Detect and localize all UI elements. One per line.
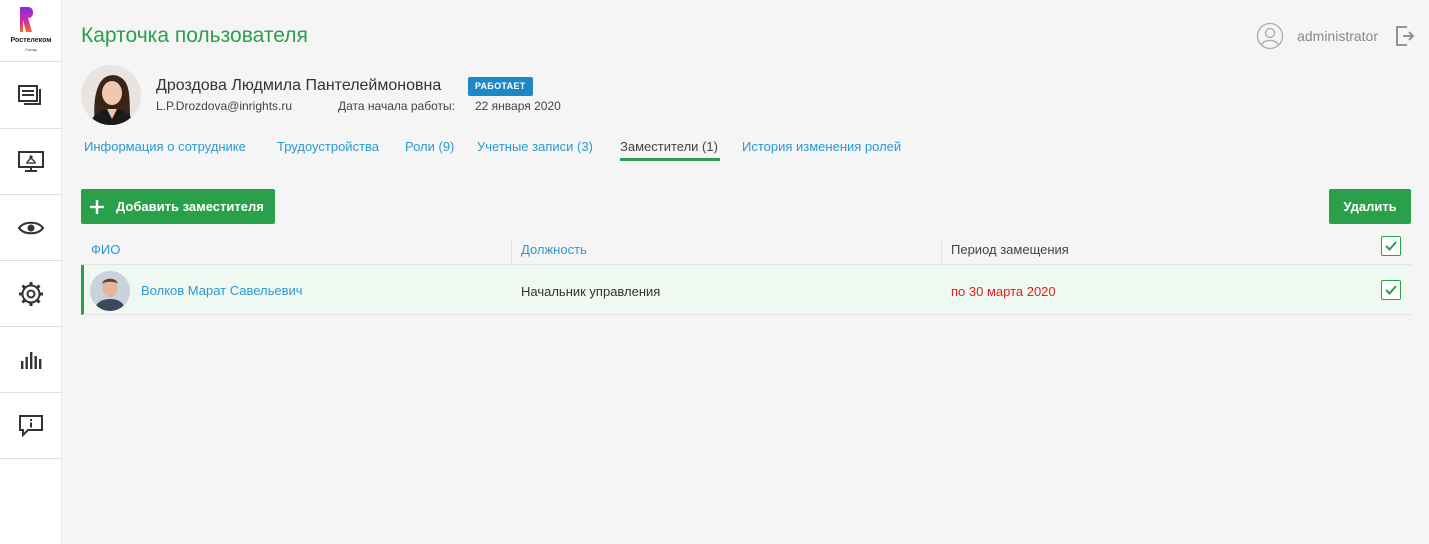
bar-chart-icon xyxy=(21,351,42,369)
deputy-period: по 30 марта 2020 xyxy=(951,284,1056,299)
row-avatar xyxy=(90,271,130,311)
rostelecom-logo-icon xyxy=(20,7,33,32)
active-tab-indicator xyxy=(620,158,720,161)
sidebar-item-settings[interactable] xyxy=(0,261,62,327)
column-divider xyxy=(941,239,942,263)
documents-icon xyxy=(18,84,41,105)
user-menu: administrator xyxy=(1256,22,1415,50)
sidebar-item-view[interactable] xyxy=(0,195,62,261)
monitor-network-icon xyxy=(18,150,44,172)
info-message-icon xyxy=(19,414,43,437)
plus-icon xyxy=(90,199,104,214)
tab-role-history[interactable]: История изменения ролей xyxy=(742,139,901,163)
start-date-value: 22 января 2020 xyxy=(475,99,561,113)
select-all-checkbox[interactable] xyxy=(1381,236,1401,256)
sidebar: Ростелеком Солар xyxy=(0,0,62,544)
tab-employee-info[interactable]: Информация о сотруднике xyxy=(84,139,246,163)
column-divider xyxy=(511,239,512,263)
delete-button[interactable]: Удалить xyxy=(1329,189,1411,224)
column-header-position[interactable]: Должность xyxy=(521,242,587,257)
row-checkbox[interactable] xyxy=(1381,280,1401,300)
logout-icon[interactable] xyxy=(1395,25,1415,47)
check-icon xyxy=(1385,241,1397,251)
sidebar-item-reports[interactable] xyxy=(0,327,62,393)
profile-photo xyxy=(81,65,141,125)
status-badge: РАБОТАЕТ xyxy=(468,77,533,96)
logo[interactable]: Ростелеком Солар xyxy=(0,0,62,62)
sidebar-item-documents[interactable] xyxy=(0,63,62,129)
add-deputy-label: Добавить заместителя xyxy=(116,199,264,214)
gear-icon xyxy=(19,281,43,306)
tab-accounts[interactable]: Учетные записи (3) xyxy=(477,139,593,163)
column-header-name[interactable]: ФИО xyxy=(91,242,120,257)
person-name: Дроздова Людмила Пантелеймоновна xyxy=(156,77,442,94)
deputy-name-link[interactable]: Волков Марат Савельевич xyxy=(141,283,303,298)
person-email: L.P.Drozdova@inrights.ru xyxy=(156,99,293,113)
page-title: Карточка пользователя xyxy=(81,24,308,47)
user-avatar-icon[interactable] xyxy=(1256,22,1284,50)
tab-employments[interactable]: Трудоустройства xyxy=(277,139,379,163)
profile-photo-image xyxy=(81,65,141,125)
column-header-period: Период замещения xyxy=(951,242,1069,257)
avatar-image xyxy=(90,271,130,311)
brand-name: Ростелеком xyxy=(10,37,52,44)
tab-roles[interactable]: Роли (9) xyxy=(405,139,454,163)
start-date-label: Дата начала работы: xyxy=(338,99,455,113)
username[interactable]: administrator xyxy=(1297,28,1378,44)
sidebar-item-info[interactable] xyxy=(0,393,62,459)
eye-icon xyxy=(17,221,45,234)
deputy-position: Начальник управления xyxy=(521,284,661,299)
brand-sub: Солар xyxy=(25,47,37,52)
add-deputy-button[interactable]: Добавить заместителя xyxy=(81,189,275,224)
sidebar-item-monitor[interactable] xyxy=(0,129,62,195)
check-icon xyxy=(1385,285,1397,295)
